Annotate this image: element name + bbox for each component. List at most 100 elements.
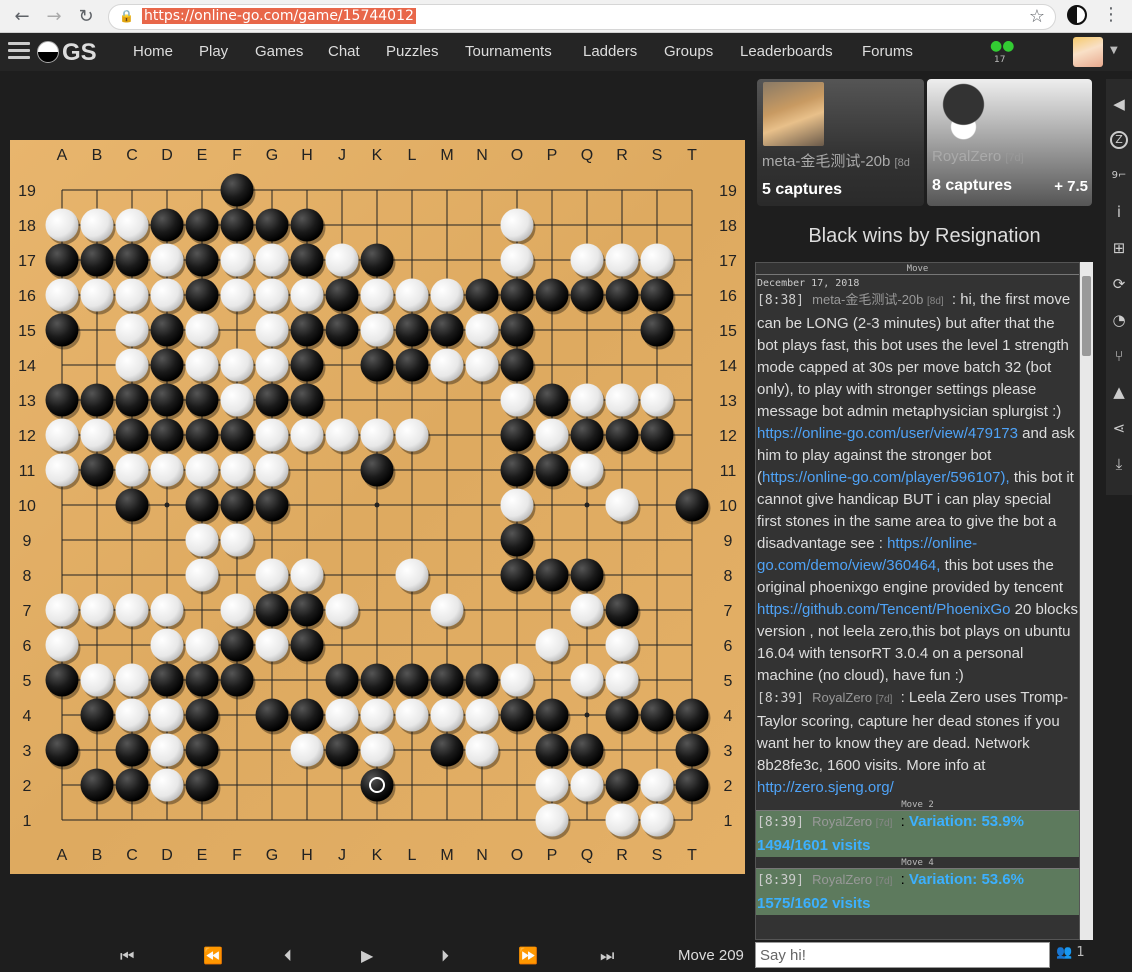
nav-games[interactable]: Games bbox=[255, 43, 303, 60]
previous-move-button[interactable]: ⏴ bbox=[284, 946, 292, 966]
row-label: 12 bbox=[18, 428, 36, 445]
warning-icon[interactable]: ▲ bbox=[1110, 383, 1128, 401]
browser-menu-icon[interactable]: ⋮ bbox=[1102, 4, 1120, 25]
black-stone bbox=[500, 348, 534, 382]
tree-icon[interactable]: ⊞ bbox=[1110, 239, 1128, 257]
scrollbar-thumb[interactable] bbox=[1082, 276, 1091, 356]
hamburger-menu-icon[interactable] bbox=[8, 42, 30, 60]
white-stone bbox=[255, 628, 289, 662]
chat-rank: [7d] bbox=[875, 694, 893, 705]
last-move-button[interactable]: ⏭ bbox=[600, 946, 614, 966]
go-board[interactable]: A A B B C C D D E E F F G G H H J J K K L L M M N N O O P P Q Q R R S S T T 19… bbox=[10, 140, 745, 874]
white-stone bbox=[150, 768, 184, 802]
white-stone bbox=[185, 313, 219, 347]
bookmark-star-icon[interactable]: ☆ bbox=[1029, 6, 1045, 27]
address-bar[interactable]: 🔒 https://online-go.com/game/15744012 ☆ bbox=[108, 4, 1056, 30]
chat-input[interactable] bbox=[755, 942, 1050, 968]
black-stone bbox=[325, 278, 359, 312]
forward-icon[interactable]: → bbox=[42, 5, 66, 29]
chat-user[interactable]: meta-金毛测试-20b [8d] bbox=[812, 292, 944, 307]
back-icon[interactable]: ← bbox=[10, 5, 34, 29]
column-label: E bbox=[197, 147, 208, 164]
row-label: 15 bbox=[18, 323, 36, 340]
black-player-avatar[interactable] bbox=[763, 82, 824, 146]
friends-icon[interactable]: ●● bbox=[990, 38, 1014, 54]
white-stone bbox=[255, 313, 289, 347]
white-stone bbox=[395, 698, 429, 732]
white-stone bbox=[570, 383, 604, 417]
chat-log[interactable]: Move December 17, 2018 [8:38] meta-金毛测试-… bbox=[755, 262, 1080, 940]
column-label: O bbox=[511, 147, 523, 164]
black-stone bbox=[500, 698, 534, 732]
nav-home[interactable]: Home bbox=[133, 43, 173, 60]
white-stone bbox=[325, 418, 359, 452]
black-stone bbox=[605, 698, 639, 732]
white-stone bbox=[80, 208, 114, 242]
black-captures: 5 captures bbox=[762, 181, 843, 198]
black-stone bbox=[325, 313, 359, 347]
speaker-icon[interactable]: ◀ bbox=[1110, 95, 1128, 113]
white-stone bbox=[395, 278, 429, 312]
nav-puzzles[interactable]: Puzzles bbox=[386, 43, 439, 60]
nav-ladders[interactable]: Ladders bbox=[583, 43, 637, 60]
variation-message[interactable]: [8:39] RoyalZero [7d] : Variation: 53.6%… bbox=[756, 869, 1079, 915]
chat-message: [8:38] meta-金毛测试-20b [8d] : hi, the firs… bbox=[757, 291, 1079, 684]
info-icon[interactable]: i bbox=[1110, 203, 1128, 221]
user-avatar[interactable] bbox=[1073, 37, 1103, 67]
white-player-name[interactable]: RoyalZero [7d] bbox=[932, 148, 1024, 165]
share-icon[interactable]: ⋖ bbox=[1110, 419, 1128, 437]
first-move-button[interactable]: ⏮ bbox=[120, 946, 134, 966]
chat-scrollbar[interactable] bbox=[1080, 262, 1093, 940]
nav-forums[interactable]: Forums bbox=[862, 43, 913, 60]
column-label: B bbox=[92, 847, 103, 864]
chat-link[interactable]: https://online-go.com/demo/view/360464, bbox=[757, 535, 977, 574]
reload-icon[interactable]: ↻ bbox=[74, 5, 98, 29]
zen-icon[interactable]: Z bbox=[1110, 131, 1128, 149]
column-label: M bbox=[440, 147, 453, 164]
branch-icon[interactable]: ⑂ bbox=[1110, 347, 1128, 365]
nav-groups[interactable]: Groups bbox=[664, 43, 713, 60]
ogs-logo-icon[interactable] bbox=[37, 41, 59, 63]
white-stone bbox=[255, 278, 289, 312]
chat-user[interactable]: RoyalZero [7d] bbox=[812, 690, 892, 705]
black-stone bbox=[290, 208, 324, 242]
white-stone bbox=[605, 488, 639, 522]
nav-chat[interactable]: Chat bbox=[328, 43, 360, 60]
play-button[interactable]: ▶ bbox=[361, 946, 373, 965]
ogs-logo-text[interactable]: GS bbox=[62, 39, 97, 67]
chat-link[interactable]: https://online-go.com/player/596107), bbox=[762, 469, 1010, 486]
chevron-down-icon[interactable]: ▼ bbox=[1110, 45, 1118, 56]
variation-message[interactable]: [8:39] RoyalZero [7d] : Variation: 53.9%… bbox=[756, 811, 1079, 857]
download-icon[interactable]: ⤓ bbox=[1110, 455, 1128, 473]
back-10-button[interactable]: ⏪ bbox=[203, 946, 223, 965]
black-stone bbox=[255, 383, 289, 417]
black-stone bbox=[500, 523, 534, 557]
palette-icon[interactable]: ◔ bbox=[1110, 311, 1128, 329]
column-label: J bbox=[338, 847, 346, 864]
nav-leaderboards[interactable]: Leaderboards bbox=[740, 43, 833, 60]
board-svg[interactable]: AABBCCDDEEFFGGHHJJKKLLMMNNOOPPQQRRSSTT19… bbox=[10, 140, 745, 874]
next-move-button[interactable]: ⏵ bbox=[441, 946, 449, 966]
column-label: L bbox=[408, 847, 417, 864]
move-number: Move 209 bbox=[678, 947, 744, 964]
url-text[interactable]: https://online-go.com/game/15744012 bbox=[142, 8, 416, 24]
forward-10-button[interactable]: ⏩ bbox=[518, 946, 538, 965]
rotate-icon[interactable]: ⟳ bbox=[1110, 275, 1128, 293]
chat-link[interactable]: https://online-go.com/user/view/479173 bbox=[757, 425, 1018, 442]
nav-play[interactable]: Play bbox=[199, 43, 228, 60]
chat-rank: [7d] bbox=[875, 876, 893, 887]
coordinates-icon[interactable]: 9⌐ bbox=[1110, 167, 1128, 185]
black-player-name[interactable]: meta-金毛测试-20b [8d bbox=[762, 150, 910, 171]
black-stone bbox=[360, 348, 394, 382]
white-player-avatar[interactable] bbox=[933, 82, 994, 146]
yin-yang-extension-icon[interactable] bbox=[1067, 5, 1087, 25]
online-users-count[interactable]: 👥 1 bbox=[1056, 945, 1085, 960]
chat-user[interactable]: RoyalZero [7d] bbox=[812, 872, 892, 887]
column-label: P bbox=[547, 847, 558, 864]
white-stone bbox=[150, 278, 184, 312]
white-stone bbox=[360, 278, 394, 312]
chat-link[interactable]: https://github.com/Tencent/PhoenixGo bbox=[757, 601, 1010, 618]
nav-tournaments[interactable]: Tournaments bbox=[465, 43, 552, 60]
chat-link[interactable]: http://zero.sjeng.org/ bbox=[757, 779, 894, 796]
chat-user[interactable]: RoyalZero [7d] bbox=[812, 814, 892, 829]
